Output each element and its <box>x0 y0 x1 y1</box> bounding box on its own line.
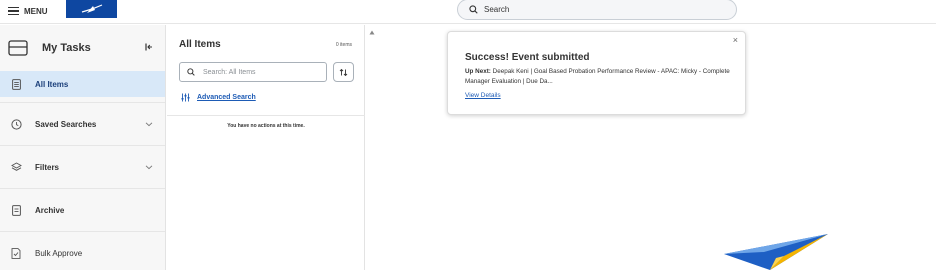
sidebar-item-archive[interactable]: Archive <box>0 189 165 232</box>
list-divider <box>167 115 365 116</box>
archive-icon <box>10 204 22 216</box>
sidebar-item-label: Filters <box>35 162 60 172</box>
sort-icon <box>339 68 348 76</box>
empty-state-message: You have no actions at this time. <box>227 123 305 129</box>
list-search-input[interactable]: Search: All Items <box>179 62 327 82</box>
checklist-icon <box>10 248 22 260</box>
sidebar-item-bulk-approve[interactable]: Bulk Approve <box>0 232 165 275</box>
chevron-down-icon[interactable] <box>145 120 153 128</box>
list-search-placeholder: Search: All Items <box>203 68 256 76</box>
sidebar-title: My Tasks <box>42 42 91 54</box>
hamburger-icon <box>8 7 19 15</box>
scroll-up-arrow-icon[interactable] <box>369 30 375 35</box>
layers-icon <box>10 161 22 173</box>
close-icon[interactable]: × <box>733 35 738 45</box>
inbox-icon <box>8 40 28 56</box>
sidebar-item-label: Bulk Approve <box>35 249 83 258</box>
global-search-placeholder: Search <box>484 5 510 14</box>
menu-button[interactable]: MENU <box>8 3 48 19</box>
search-icon <box>469 5 478 14</box>
toast-title: Success! Event submitted <box>465 52 590 63</box>
sidebar-item-filters[interactable]: Filters <box>0 146 165 189</box>
sidebar-item-all-items[interactable]: All Items <box>0 71 165 97</box>
list-icon <box>10 78 22 90</box>
clock-icon <box>10 118 22 130</box>
sort-button[interactable] <box>333 62 354 82</box>
collapse-sidebar-icon[interactable] <box>145 43 153 51</box>
search-icon <box>187 68 195 76</box>
item-count: 0 items <box>335 42 352 48</box>
paper-plane-icon <box>724 234 828 270</box>
list-title: All Items <box>179 39 221 50</box>
advanced-search[interactable]: Advanced Search <box>181 93 256 102</box>
up-next-text: Deepak Keni | Goal Based Probation Perfo… <box>465 68 730 85</box>
company-logo[interactable] <box>66 0 117 18</box>
global-search-input[interactable]: Search <box>457 0 737 20</box>
view-details-link[interactable]: View Details <box>465 92 501 99</box>
sidebar-item-saved-searches[interactable]: Saved Searches <box>0 103 165 146</box>
advanced-search-link[interactable]: Advanced Search <box>197 94 256 101</box>
toast-body: Up Next: Deepak Keni | Goal Based Probat… <box>465 67 730 86</box>
menu-label: MENU <box>24 6 48 16</box>
sidebar-item-label: Saved Searches <box>35 119 97 129</box>
up-next-label: Up Next: <box>465 68 491 75</box>
sidebar-item-label: Archive <box>35 205 65 215</box>
my-tasks-sidebar: My Tasks All Items Saved Searches Filter… <box>0 25 166 270</box>
sidebar-header: My Tasks <box>0 25 165 71</box>
task-list-pane: All Items 0 items Search: All Items Adva… <box>167 25 365 270</box>
success-toast: × Success! Event submitted Up Next: Deep… <box>447 31 746 115</box>
sliders-icon <box>181 93 190 102</box>
chevron-down-icon[interactable] <box>145 163 153 171</box>
sidebar-item-label: All Items <box>35 79 69 89</box>
top-bar: MENU Search <box>0 0 936 24</box>
logo-mark-icon <box>81 4 102 13</box>
